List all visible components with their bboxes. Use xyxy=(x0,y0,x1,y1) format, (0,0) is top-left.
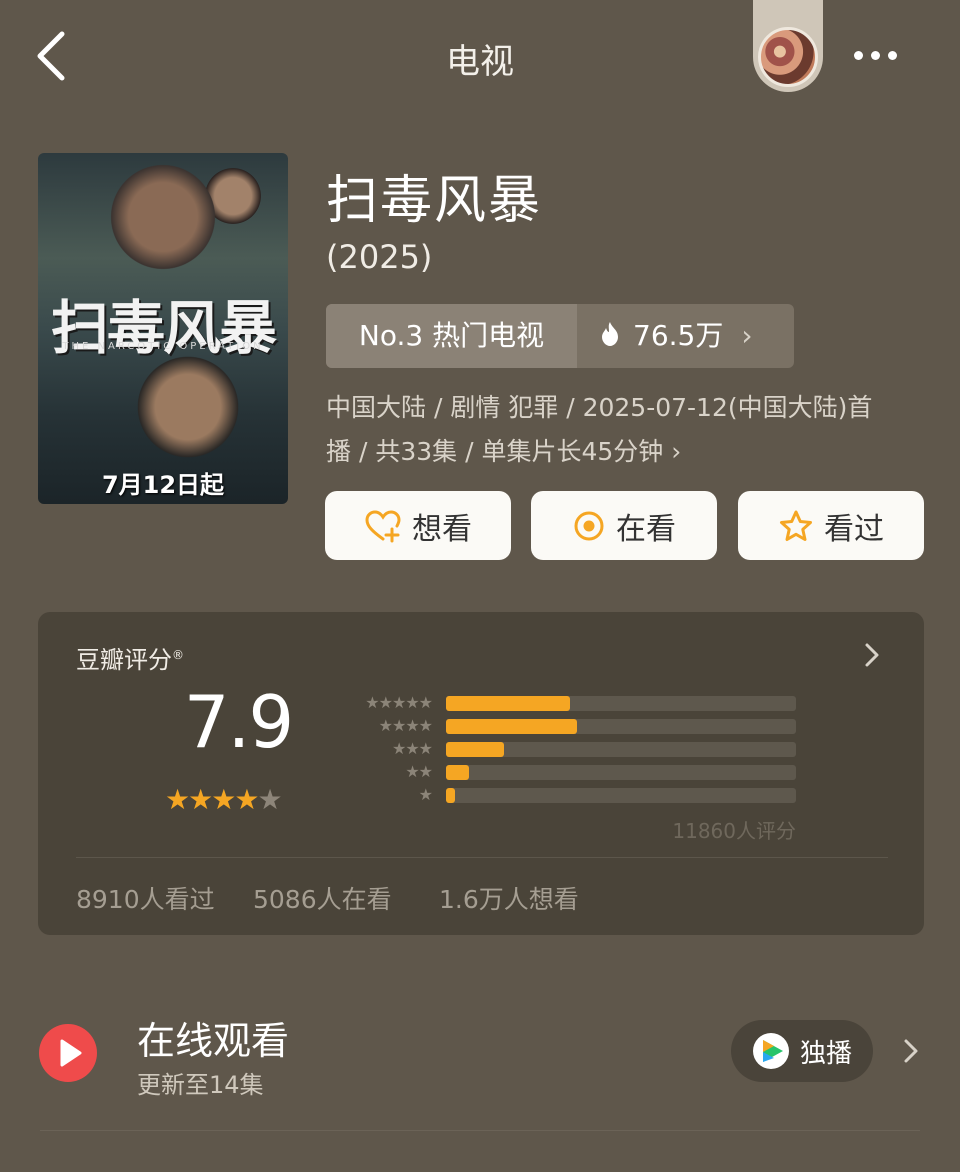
show-meta[interactable]: 中国大陆 / 剧情 犯罪 / 2025-07-12(中国大陆)首 播 / 共33… xyxy=(326,386,926,474)
star-icon: ★ xyxy=(188,783,214,816)
star-icon: ★ xyxy=(257,783,283,816)
want-count[interactable]: 1.6万人想看 xyxy=(439,880,579,916)
show-title: 扫毒风暴 xyxy=(326,171,543,231)
distribution-stars-label: ★★★ xyxy=(391,739,433,758)
watched-button[interactable]: 看过 xyxy=(738,491,924,560)
rank-label[interactable]: No.3 热门电视 xyxy=(326,304,577,368)
poster-figure xyxy=(133,353,243,473)
heat-text: 76.5万 xyxy=(633,319,724,352)
want-button[interactable]: 想看 xyxy=(325,491,511,560)
poster-figure xyxy=(108,163,218,283)
play-triangle-icon xyxy=(60,1039,82,1067)
distribution-bar-fill xyxy=(446,742,504,757)
distribution-bar-fill xyxy=(446,788,455,803)
star-icon: ★ xyxy=(165,783,191,816)
registered-mark: ® xyxy=(172,648,184,662)
target-icon xyxy=(574,511,604,540)
heart-plus-icon xyxy=(365,509,401,542)
rating-stars: ★★★★★ xyxy=(165,783,283,816)
watched-label: 看过 xyxy=(824,511,884,547)
distribution-bar-track xyxy=(446,788,796,803)
distribution-stars-label: ★★★★ xyxy=(378,716,433,735)
online-watch-title[interactable]: 在线观看 xyxy=(137,1010,289,1065)
poster-subtitle: THE NARCOTIC OPERATION xyxy=(62,341,264,352)
watching-label: 在看 xyxy=(616,511,676,547)
poster-date: 7月12日起 xyxy=(101,471,225,499)
poster-image[interactable]: 扫毒风暴 THE NARCOTIC OPERATION 7月12日起 xyxy=(38,153,288,504)
distribution-bar-fill xyxy=(446,696,570,711)
rating-count: 11860人评分 xyxy=(672,819,796,843)
meta-line: 播 / 共33集 / 单集片长45分钟 › xyxy=(326,437,682,466)
distribution-stars-label: ★★★★★ xyxy=(365,693,433,712)
distribution-bar-track xyxy=(446,765,796,780)
online-watch-subtitle: 更新至14集 xyxy=(137,1071,264,1099)
video-platform-icon xyxy=(752,1033,789,1069)
play-icon[interactable] xyxy=(39,1024,97,1082)
distribution-bar-fill xyxy=(446,719,577,734)
rating-label: 豆瓣评分® xyxy=(76,640,184,675)
distribution-stars-label: ★ xyxy=(418,785,433,804)
divider xyxy=(76,857,888,858)
more-dots-icon[interactable] xyxy=(854,45,910,65)
watching-count[interactable]: 5086人在看 xyxy=(253,880,392,916)
star-icon: ★ xyxy=(234,783,260,816)
divider xyxy=(40,1130,920,1131)
heat-value[interactable]: 76.5万 › xyxy=(577,304,794,368)
distribution-bar-fill xyxy=(446,765,469,780)
poster-title: 扫毒风暴 xyxy=(50,294,277,362)
rating-score: 7.9 xyxy=(183,680,295,764)
chevron-right-icon: › xyxy=(741,319,753,352)
watched-count[interactable]: 8910人看过 xyxy=(76,880,215,916)
exclusive-label: 独播 xyxy=(799,1038,852,1069)
want-label: 想看 xyxy=(412,511,472,547)
meta-line: 中国大陆 / 剧情 犯罪 / 2025-07-12(中国大陆)首 xyxy=(326,393,873,422)
distribution-stars-label: ★★ xyxy=(405,762,433,781)
exclusive-badge[interactable]: 独播 xyxy=(731,1020,873,1082)
watching-button[interactable]: 在看 xyxy=(531,491,717,560)
rating-label-text: 豆瓣评分 xyxy=(76,646,172,674)
chevron-right-icon[interactable] xyxy=(900,1036,922,1066)
show-year: (2025) xyxy=(326,238,433,276)
chevron-right-icon[interactable] xyxy=(860,640,884,670)
star-icon: ★ xyxy=(211,783,237,816)
avatar[interactable] xyxy=(758,27,818,87)
star-outline-icon xyxy=(780,510,812,541)
flame-icon xyxy=(602,322,618,346)
